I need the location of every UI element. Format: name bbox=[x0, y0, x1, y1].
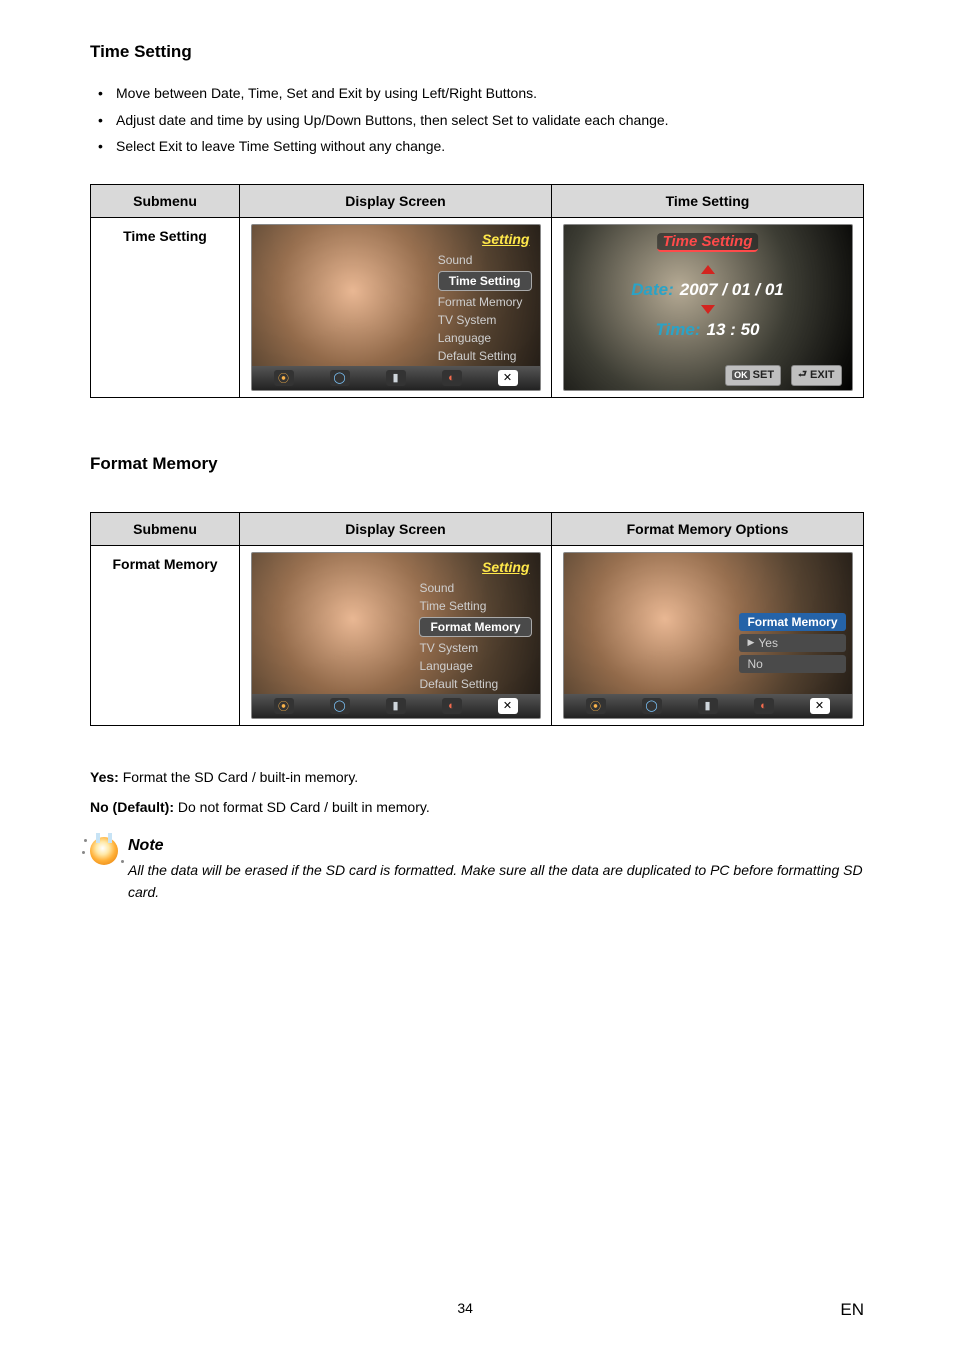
voice-mode-icon: ▮ bbox=[386, 698, 406, 714]
date-value: 2007 / 01 / 01 bbox=[680, 280, 784, 299]
arrow-up-icon bbox=[701, 265, 715, 274]
menu-list: Sound Time Setting Format Memory TV Syst… bbox=[438, 253, 532, 363]
format-memory-title: Format Memory bbox=[739, 613, 845, 631]
format-memory-screenshot: Format Memory Yes No ⦿ ◯ ▮ ◐ ✕ bbox=[563, 552, 853, 719]
format-option-no: No bbox=[739, 655, 845, 673]
yes-description: Yes: Format the SD Card / built-in memor… bbox=[90, 766, 864, 788]
menu-item-default-setting: Default Setting bbox=[438, 349, 532, 363]
row-label: Format Memory bbox=[91, 545, 240, 725]
time-setting-bullet-list: Move between Date, Time, Set and Exit by… bbox=[90, 80, 864, 160]
date-label: Date: bbox=[631, 280, 674, 299]
video-mode-icon: ⦿ bbox=[274, 370, 294, 386]
bullet-item: Adjust date and time by using Up/Down Bu… bbox=[110, 107, 864, 134]
time-label: Time: bbox=[656, 320, 701, 339]
mode-icon-bar: ⦿ ◯ ▮ ◐ ✕ bbox=[564, 694, 852, 718]
note-block: Note All the data will be erased if the … bbox=[90, 837, 864, 904]
menu-title: Setting bbox=[482, 231, 529, 247]
format-option-yes: Yes bbox=[739, 634, 845, 652]
row-label: Time Setting bbox=[91, 217, 240, 397]
voice-mode-icon: ▮ bbox=[386, 370, 406, 386]
col-header: Submenu bbox=[91, 512, 240, 545]
menu-item-tv-system: TV System bbox=[419, 641, 531, 655]
format-memory-heading: Format Memory bbox=[90, 454, 864, 474]
effect-mode-icon: ◐ bbox=[442, 698, 462, 714]
menu-item-time-setting: Time Setting bbox=[438, 271, 532, 291]
format-memory-submenu: Format Memory Yes No bbox=[739, 613, 845, 673]
menu-item-language: Language bbox=[438, 331, 532, 345]
video-mode-icon: ⦿ bbox=[586, 698, 606, 714]
photo-mode-icon: ◯ bbox=[330, 370, 350, 386]
col-header: Display Screen bbox=[240, 184, 552, 217]
time-value: 13 : 50 bbox=[707, 320, 760, 339]
menu-item-sound: Sound bbox=[419, 581, 531, 595]
time-setting-buttons: OKSET ⮐EXIT bbox=[725, 365, 841, 386]
date-line: Date: 2007 / 01 / 01 bbox=[564, 280, 852, 300]
bullet-item: Move between Date, Time, Set and Exit by… bbox=[110, 80, 864, 107]
setting-menu-screenshot: Setting Sound Time Setting Format Memory… bbox=[251, 224, 541, 391]
time-setting-screenshot: Time Setting Date: 2007 / 01 / 01 Time: 13… bbox=[563, 224, 853, 391]
setting-mode-icon: ✕ bbox=[498, 370, 518, 386]
format-options-cell: Format Memory Yes No ⦿ ◯ ▮ ◐ ✕ bbox=[552, 545, 864, 725]
bullet-item: Select Exit to leave Time Setting withou… bbox=[110, 133, 864, 160]
menu-item-language: Language bbox=[419, 659, 531, 673]
menu-title: Setting bbox=[482, 559, 529, 575]
language-code: EN bbox=[840, 1300, 864, 1320]
mode-icon-bar: ⦿ ◯ ▮ ◐ ✕ bbox=[252, 366, 540, 390]
effect-mode-icon: ◐ bbox=[442, 370, 462, 386]
photo-mode-icon: ◯ bbox=[330, 698, 350, 714]
exit-button: ⮐EXIT bbox=[791, 365, 841, 386]
menu-item-sound: Sound bbox=[438, 253, 532, 267]
note-heading: Note bbox=[128, 837, 864, 855]
arrow-down-icon bbox=[701, 305, 715, 314]
voice-mode-icon: ▮ bbox=[698, 698, 718, 714]
time-line: Time: 13 : 50 bbox=[564, 320, 852, 340]
setting-menu-screenshot: Setting Sound Time Setting Format Memory… bbox=[251, 552, 541, 719]
display-screen-cell: Setting Sound Time Setting Format Memory… bbox=[240, 217, 552, 397]
menu-list: Sound Time Setting Format Memory TV Syst… bbox=[419, 581, 531, 691]
set-button: OKSET bbox=[725, 365, 781, 386]
menu-item-time-setting: Time Setting bbox=[419, 599, 531, 613]
format-memory-table: Submenu Display Screen Format Memory Opt… bbox=[90, 512, 864, 726]
page-footer: 34 EN bbox=[90, 1300, 864, 1320]
col-header: Time Setting bbox=[552, 184, 864, 217]
mode-icon-bar: ⦿ ◯ ▮ ◐ ✕ bbox=[252, 694, 540, 718]
menu-item-tv-system: TV System bbox=[438, 313, 532, 327]
time-setting-heading: Time Setting bbox=[90, 42, 864, 62]
setting-mode-icon: ✕ bbox=[498, 698, 518, 714]
menu-item-default-setting: Default Setting bbox=[419, 677, 531, 691]
col-header: Format Memory Options bbox=[552, 512, 864, 545]
col-header: Submenu bbox=[91, 184, 240, 217]
display-screen-cell: Setting Sound Time Setting Format Memory… bbox=[240, 545, 552, 725]
effect-mode-icon: ◐ bbox=[754, 698, 774, 714]
menu-item-format-memory: Format Memory bbox=[419, 617, 531, 637]
col-header: Display Screen bbox=[240, 512, 552, 545]
page-number: 34 bbox=[457, 1300, 473, 1320]
setting-mode-icon: ✕ bbox=[810, 698, 830, 714]
video-mode-icon: ⦿ bbox=[274, 698, 294, 714]
time-setting-table: Submenu Display Screen Time Setting Time… bbox=[90, 184, 864, 398]
time-setting-title: Time Setting bbox=[657, 233, 759, 252]
note-icon bbox=[90, 837, 118, 865]
note-body: All the data will be erased if the SD ca… bbox=[128, 859, 864, 904]
no-description: No (Default): Do not format SD Card / bu… bbox=[90, 796, 864, 818]
time-setting-screen-cell: Time Setting Date: 2007 / 01 / 01 Time: 13… bbox=[552, 217, 864, 397]
menu-item-format-memory: Format Memory bbox=[438, 295, 532, 309]
photo-mode-icon: ◯ bbox=[642, 698, 662, 714]
